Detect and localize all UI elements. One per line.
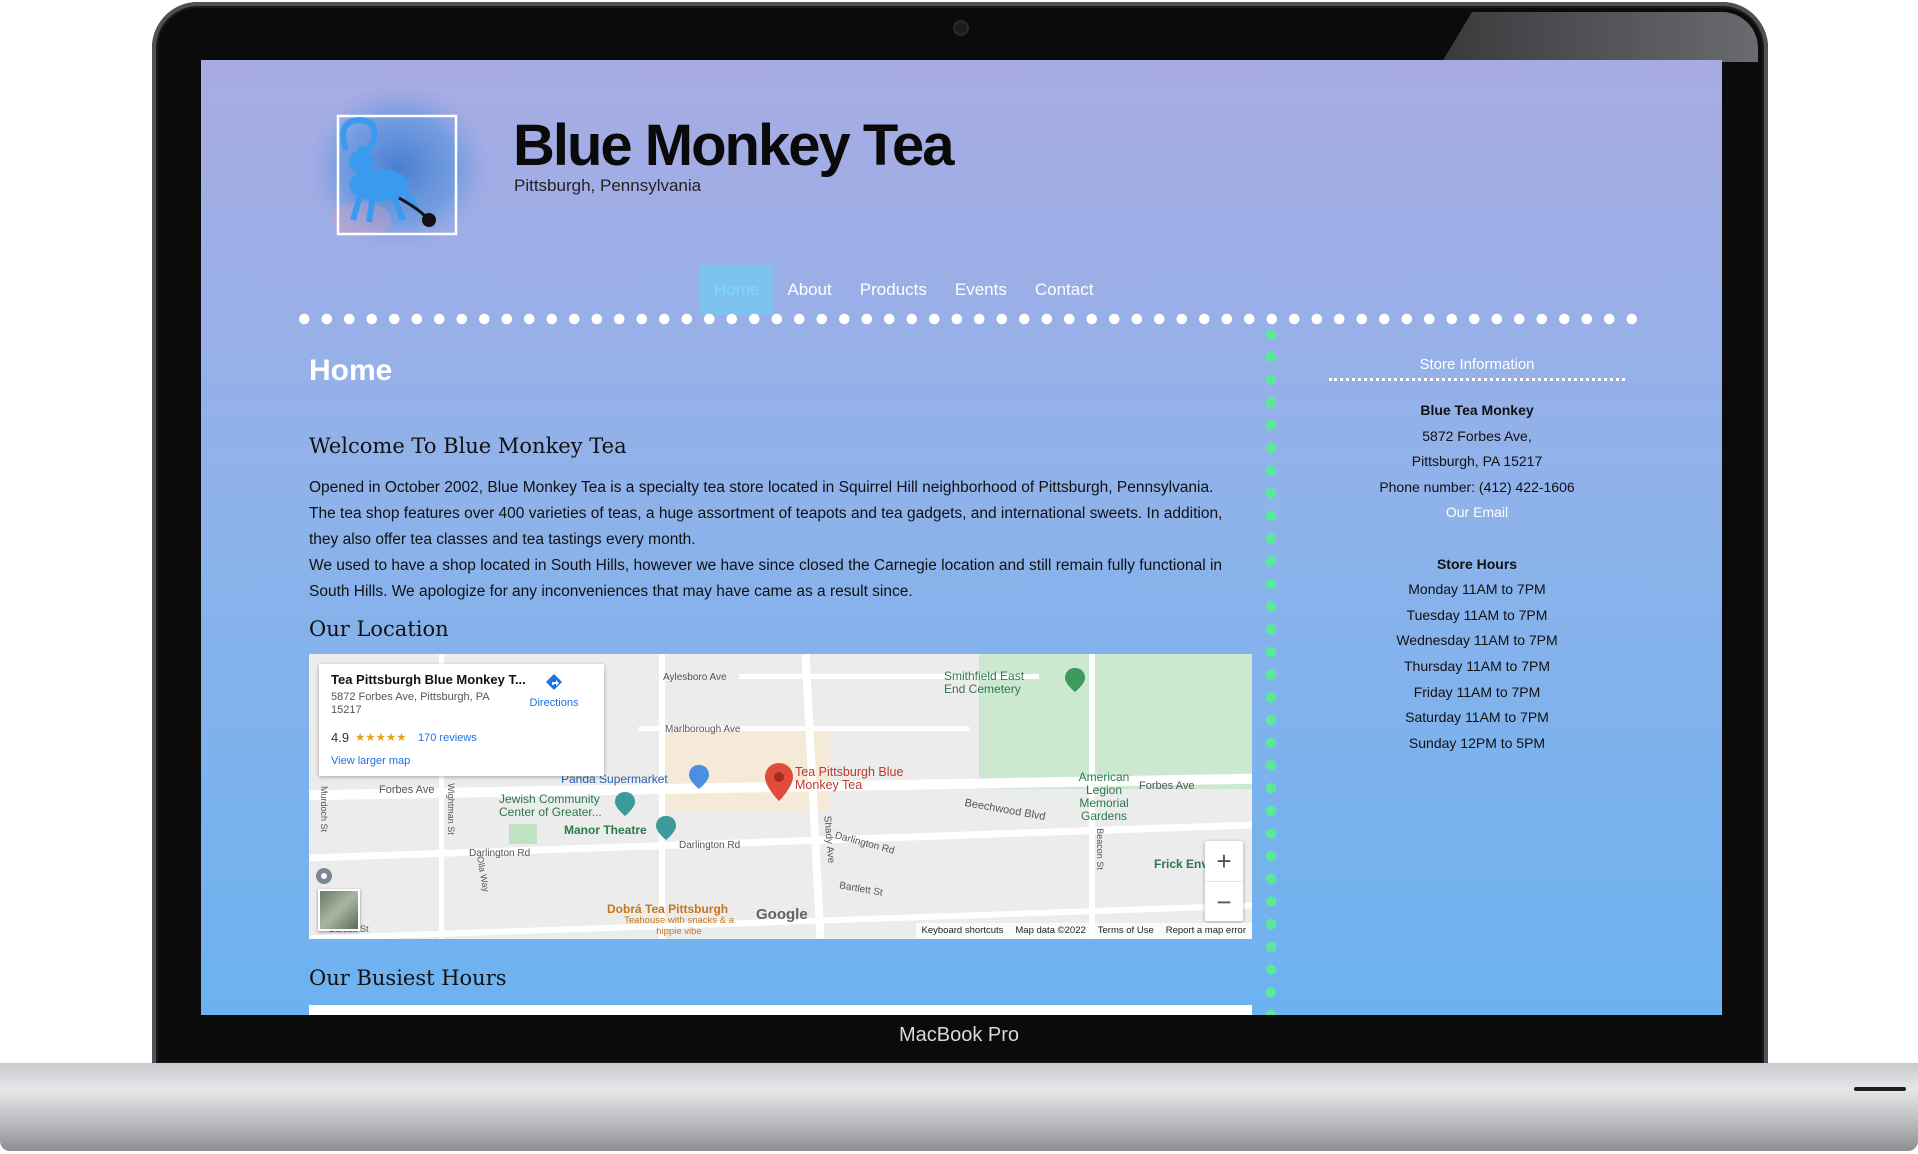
store-phone: Phone number: (412) 422-1606 — [1379, 478, 1575, 495]
theatre-pin-icon — [656, 816, 676, 840]
keyboard-shortcuts-link[interactable]: Keyboard shortcuts — [922, 923, 1004, 939]
hours-saturday: Saturday 11AM to 7PM — [1405, 709, 1549, 726]
hours-sunday: Sunday 12PM to 5PM — [1408, 734, 1546, 751]
map-label-legion: American Legion Memorial Gardens — [1078, 770, 1130, 823]
screen-glare — [1442, 12, 1758, 62]
map-zoom-control: + − — [1205, 841, 1243, 921]
map-label-smithfield: Smithfield East End Cemetery — [944, 669, 1025, 696]
intro-paragraph: Opened in October 2002, Blue Monkey Tea … — [309, 479, 1223, 548]
terms-of-use-link[interactable]: Terms of Use — [1098, 923, 1154, 939]
hours-thursday: Thursday 11AM to 7PM — [1403, 657, 1551, 674]
map-label-darlington-2: Darlington Rd — [679, 840, 741, 851]
map-label-forbes-left: Forbes Ave — [379, 784, 435, 796]
site-subtitle: Pittsburgh, Pennsylvania — [514, 176, 702, 195]
welcome-heading: Welcome To Blue Monkey Tea — [309, 434, 627, 458]
busiest-hours-table — [309, 1005, 1252, 1015]
store-address-line-2: Pittsburgh, PA 15217 — [1411, 453, 1543, 470]
map-label-olla: Olla Way — [475, 855, 492, 893]
community-center-pin-icon — [615, 792, 635, 816]
directions-icon — [546, 674, 562, 690]
report-map-error-link[interactable]: Report a map error — [1166, 923, 1246, 939]
map-label-wightman: Wightman St — [445, 783, 456, 835]
reviews-link[interactable]: 170 reviews — [418, 732, 477, 744]
nav-products[interactable]: Products — [846, 265, 941, 315]
closure-paragraph: We used to have a shop located in South … — [309, 557, 1223, 600]
map-label-bartlett: Bartlett St — [838, 880, 884, 899]
laptop-base-slot — [1854, 1087, 1906, 1091]
embedded-map[interactable]: Aylesboro Ave Marlborough Ave Smithfield… — [309, 654, 1252, 939]
zoom-out-button[interactable]: − — [1205, 882, 1243, 922]
site-title: Blue Monkey Tea — [513, 113, 954, 178]
browser-viewport: Blue Monkey Tea Pittsburgh, Pennsylvania… — [201, 60, 1722, 1015]
sidebar-title: Store Information — [1419, 356, 1535, 373]
shopping-cart-pin-icon — [689, 765, 709, 789]
map-label-aylesboro: Aylesboro Ave — [663, 672, 727, 683]
map-place-card: Tea Pittsburgh Blue Monkey T... 5872 For… — [319, 664, 604, 776]
map-label-manor: Manor Theatre — [564, 823, 647, 837]
main-nav: Home About Products Events Contact — [700, 265, 1107, 315]
nav-contact[interactable]: Contact — [1021, 265, 1108, 315]
laptop-base — [0, 1063, 1918, 1151]
map-label-shady: Shady Ave — [821, 815, 837, 864]
map-label-dobra: Dobrá Tea Pittsburgh — [607, 902, 729, 916]
view-larger-map-link[interactable]: View larger map — [331, 755, 410, 767]
place-name: Tea Pittsburgh Blue Monkey T... — [331, 672, 526, 687]
page-heading: Home — [309, 354, 393, 387]
map-label-marlborough: Marlborough Ave — [665, 724, 741, 735]
cemetery-pin-icon — [1065, 668, 1085, 692]
sidebar-divider — [1329, 378, 1625, 381]
map-road-vertical — [659, 654, 665, 939]
zoom-in-button[interactable]: + — [1205, 841, 1243, 882]
location-heading: Our Location — [309, 617, 449, 641]
map-label-beechwood: Beechwood Blvd — [963, 796, 1047, 824]
hours-friday: Friday 11AM to 7PM — [1413, 683, 1541, 700]
map-pin-icon[interactable] — [765, 763, 793, 801]
place-address: 5872 Forbes Ave, Pittsburgh, PA 15217 — [331, 691, 489, 716]
hours-wednesday: Wednesday 11AM to 7PM — [1396, 632, 1558, 649]
directions-button[interactable]: Directions — [524, 672, 584, 709]
store-info-block: Blue Tea Monkey 5872 Forbes Ave, Pittsbu… — [1277, 398, 1677, 756]
nav-about[interactable]: About — [773, 265, 845, 315]
map-label-murdoch: Murdoch St — [319, 785, 330, 833]
nav-events[interactable]: Events — [941, 265, 1021, 315]
map-label-frick: Frick Env — [1154, 857, 1209, 871]
dotted-divider-vertical — [1265, 323, 1277, 1015]
directions-label: Directions — [529, 697, 579, 709]
email-link[interactable]: Our Email — [1277, 500, 1677, 526]
map-label-jcc: Jewish Community Center of Greater... — [499, 792, 602, 819]
satellite-toggle[interactable] — [318, 889, 360, 931]
place-rating: 4.9 — [331, 730, 350, 745]
hours-tuesday: Tuesday 11AM to 7PM — [1406, 606, 1548, 623]
map-label-dobra-sub: Teahouse with snacks & a hippie vibe — [624, 915, 734, 937]
store-hours-title: Store Hours — [1436, 555, 1518, 572]
map-data-attribution: Map data ©2022 — [1015, 925, 1086, 936]
dotted-divider-horizontal — [293, 313, 1645, 325]
pegman-icon[interactable] — [314, 867, 334, 891]
nav-home[interactable]: Home — [700, 265, 774, 315]
device-brand-label: MacBook Pro — [898, 1024, 1020, 1046]
google-logo: Google — [756, 906, 808, 923]
hours-monday: Monday 11AM to 7PM — [1408, 581, 1546, 598]
map-footer: Keyboard shortcuts Map data ©2022 Terms … — [915, 923, 1252, 939]
map-park-small — [509, 824, 537, 844]
map-label-beacon: Beacon St — [1094, 828, 1105, 870]
map-pin-label: Tea Pittsburgh Blue Monkey Tea — [795, 765, 904, 792]
monkey-logo — [301, 80, 491, 250]
rating-stars-icon: ★★★★★ — [355, 732, 407, 744]
store-address-line-1: 5872 Forbes Ave, — [1422, 427, 1532, 444]
store-name: Blue Tea Monkey — [1420, 402, 1534, 418]
busiest-hours-heading: Our Busiest Hours — [309, 966, 507, 990]
map-label-forbes-right: Forbes Ave — [1139, 780, 1195, 792]
webcam-icon — [955, 22, 967, 34]
